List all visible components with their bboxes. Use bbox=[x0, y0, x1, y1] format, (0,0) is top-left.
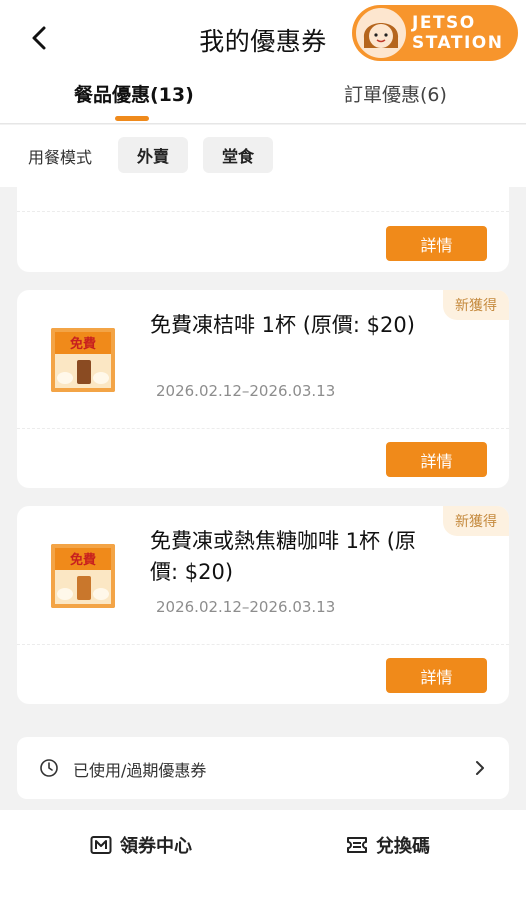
card-divider bbox=[17, 644, 509, 645]
tab-food-coupons[interactable]: 餐品優惠(13) bbox=[74, 80, 194, 107]
bottom-action-bar: 領券中心 兌換碼 bbox=[0, 810, 526, 908]
clock-icon bbox=[40, 759, 58, 777]
coupon-tabs: 餐品優惠(13) 訂單優惠(6) bbox=[0, 76, 526, 124]
coupon-title: 免費凍或熱焦糖咖啡 1杯 (原價: $20) bbox=[150, 529, 416, 584]
card-divider bbox=[17, 428, 509, 429]
coupon-validity-date: 2026.02.12–2026.03.13 bbox=[156, 598, 336, 616]
detail-button[interactable]: 詳情 bbox=[386, 658, 487, 693]
coupon-card: 新獲得 免費 免費凍或熱焦糖咖啡 1杯 (原價: $20) 2026.02.12… bbox=[17, 506, 509, 704]
filter-takeaway-chip[interactable]: 外賣 bbox=[118, 137, 188, 173]
coupon-center-button[interactable]: 領券中心 bbox=[90, 832, 192, 858]
coupon-card: 詳情 bbox=[17, 187, 509, 272]
coupon-validity-date: 2026.02.12–2026.03.13 bbox=[156, 382, 336, 400]
redeem-code-icon bbox=[346, 835, 368, 855]
filter-dine-in-chip[interactable]: 堂食 bbox=[203, 137, 273, 173]
coupon-center-icon bbox=[90, 835, 112, 855]
history-label: 已使用/過期優惠券 bbox=[73, 761, 207, 780]
active-tab-indicator bbox=[115, 116, 149, 121]
used-expired-coupons-link[interactable]: 已使用/過期優惠券 bbox=[17, 737, 509, 799]
detail-button[interactable]: 詳情 bbox=[386, 442, 487, 477]
coupon-center-label: 領券中心 bbox=[120, 836, 192, 857]
coupon-title: 免費凍桔啡 1杯 (原價: $20) bbox=[150, 313, 415, 337]
logo-avatar bbox=[354, 6, 408, 60]
svg-text:免費: 免費 bbox=[70, 336, 96, 352]
new-badge: 新獲得 bbox=[443, 506, 509, 536]
redeem-code-button[interactable]: 兌換碼 bbox=[346, 832, 430, 858]
filter-label: 用餐模式 bbox=[28, 148, 93, 167]
redeem-code-label: 兌換碼 bbox=[376, 836, 430, 857]
tab-order-coupons[interactable]: 訂單優惠(6) bbox=[344, 80, 447, 107]
watermark-logo: JETSO STATION bbox=[352, 5, 518, 61]
new-badge: 新獲得 bbox=[443, 290, 509, 320]
coupon-card: 新獲得 免費 免費凍桔啡 1杯 (原價: $20) 2026.02.12–202… bbox=[17, 290, 509, 488]
dining-mode-filter: 用餐模式 外賣 堂食 bbox=[0, 125, 526, 187]
coupon-thumbnail: 免費 bbox=[51, 544, 115, 608]
svg-text:免費: 免費 bbox=[70, 552, 96, 568]
logo-text: JETSO STATION bbox=[412, 13, 504, 53]
card-divider bbox=[17, 211, 509, 212]
detail-button[interactable]: 詳情 bbox=[386, 226, 487, 261]
header: 我的優惠券 JETSO STATION bbox=[0, 0, 526, 76]
coupon-thumbnail: 免費 bbox=[51, 328, 115, 392]
chevron-right-icon bbox=[476, 761, 484, 775]
